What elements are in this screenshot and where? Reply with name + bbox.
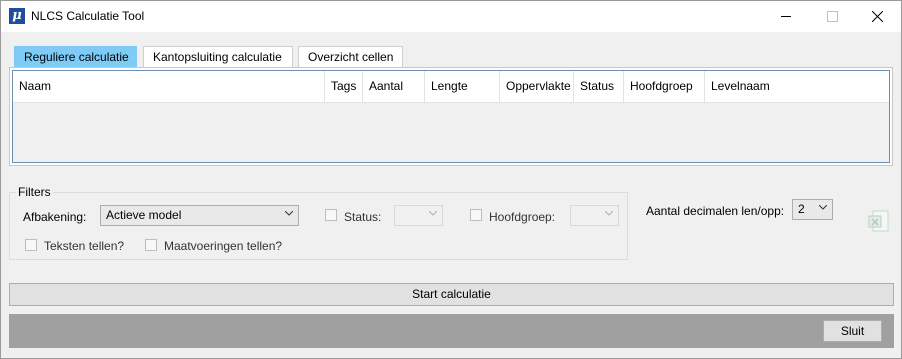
chevron-down-icon	[819, 205, 827, 210]
afbakening-dropdown[interactable]: Actieve model	[100, 205, 299, 226]
close-window-button[interactable]	[855, 1, 901, 32]
results-grid[interactable]: Naam Tags Aantal Lengte Oppervlakte Stat…	[12, 70, 890, 163]
column-header-lengte[interactable]: Lengte	[425, 71, 500, 102]
maximize-icon	[827, 11, 838, 22]
afbakening-label: Afbakening:	[23, 210, 87, 224]
title-bar[interactable]: μ NLCS Calculatie Tool	[1, 1, 901, 32]
window-title: NLCS Calculatie Tool	[31, 9, 145, 23]
chevron-down-icon	[429, 211, 437, 216]
status-label: Status:	[344, 210, 382, 224]
status-dropdown[interactable]	[394, 205, 443, 226]
maximize-button	[809, 1, 855, 32]
start-calculatie-button[interactable]: Start calculatie	[9, 283, 894, 306]
hoofdgroep-label: Hoofdgroep:	[489, 210, 556, 224]
app-window: μ NLCS Calculatie Tool Reguliere calcula…	[0, 0, 902, 359]
footer-bar: Sluit	[9, 314, 894, 348]
tab-panel: Naam Tags Aantal Lengte Oppervlakte Stat…	[9, 67, 893, 166]
grid-header: Naam Tags Aantal Lengte Oppervlakte Stat…	[13, 71, 889, 103]
teksten-tellen-label: Teksten tellen?	[44, 239, 125, 253]
chevron-down-icon	[285, 211, 293, 216]
column-header-hoofdgroep[interactable]: Hoofdgroep	[624, 71, 705, 102]
tab-kantopsluiting-calculatie[interactable]: Kantopsluiting calculatie	[143, 46, 293, 67]
close-icon	[872, 11, 883, 22]
column-header-naam[interactable]: Naam	[13, 71, 325, 102]
tab-reguliere-calculatie[interactable]: Reguliere calculatie	[14, 46, 137, 67]
status-checkbox[interactable]	[325, 209, 337, 221]
tab-overzicht-cellen[interactable]: Overzicht cellen	[298, 46, 403, 67]
teksten-tellen-checkbox[interactable]	[25, 239, 37, 251]
sluit-button[interactable]: Sluit	[823, 320, 882, 342]
hoofdgroep-checkbox[interactable]	[470, 209, 482, 221]
column-header-oppervlakte[interactable]: Oppervlakte	[500, 71, 574, 102]
app-logo-icon: μ	[9, 8, 25, 24]
decimals-label: Aantal decimalen len/opp:	[646, 204, 785, 218]
minimize-button[interactable]	[763, 1, 809, 32]
column-header-levelnaam[interactable]: Levelnaam	[705, 71, 889, 102]
column-header-status[interactable]: Status	[574, 71, 624, 102]
maatvoeringen-tellen-label: Maatvoeringen tellen?	[164, 239, 283, 253]
column-header-tags[interactable]: Tags	[325, 71, 363, 102]
hoofdgroep-dropdown[interactable]	[570, 205, 619, 226]
decimals-dropdown[interactable]: 2	[792, 199, 833, 220]
chevron-down-icon	[605, 211, 613, 216]
excel-export-icon[interactable]	[866, 208, 892, 234]
filters-legend: Filters	[16, 185, 53, 199]
maatvoeringen-tellen-checkbox[interactable]	[145, 239, 157, 251]
column-header-aantal[interactable]: Aantal	[363, 71, 425, 102]
afbakening-value: Actieve model	[106, 208, 182, 222]
decimals-value: 2	[798, 202, 805, 216]
minimize-icon	[781, 16, 791, 17]
